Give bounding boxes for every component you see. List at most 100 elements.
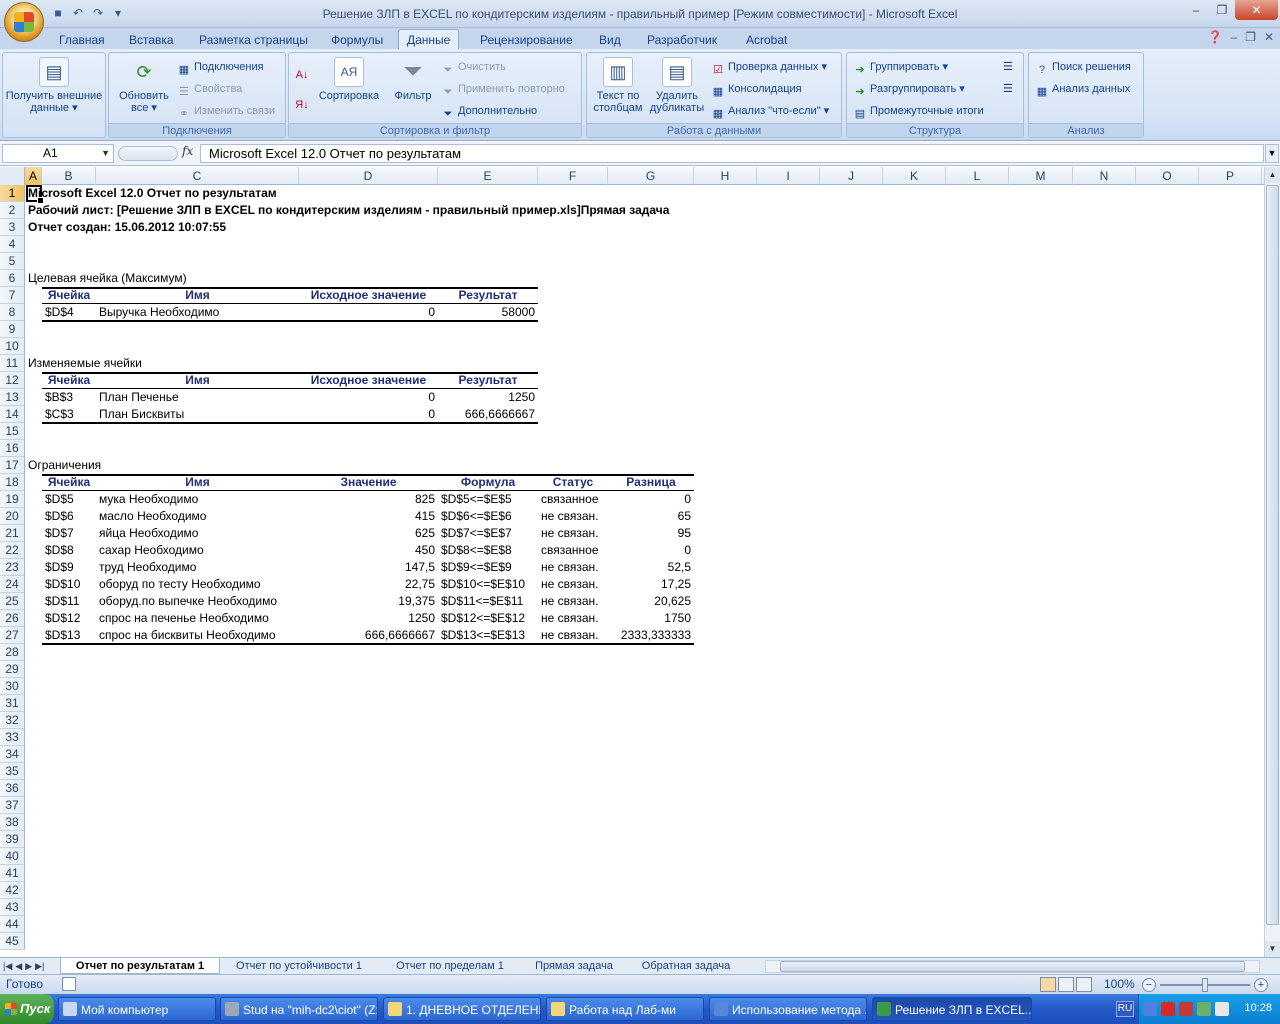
row-header-33[interactable]: 33 bbox=[0, 729, 25, 746]
workbook-restore-icon[interactable]: ❐ bbox=[1245, 30, 1256, 44]
table-cell[interactable]: $D$4 bbox=[45, 304, 93, 321]
table-cell[interactable]: 0 bbox=[302, 406, 435, 423]
tab-data[interactable]: Данные bbox=[398, 29, 460, 50]
section-title[interactable]: Ограничения bbox=[28, 457, 435, 474]
table-header[interactable]: Ячейка bbox=[45, 287, 93, 304]
report-created[interactable]: Отчет создан: 15.06.2012 10:07:55 bbox=[28, 219, 880, 236]
chevron-down-icon[interactable]: ▼ bbox=[101, 145, 110, 162]
row-header-32[interactable]: 32 bbox=[0, 712, 25, 729]
row-header-42[interactable]: 42 bbox=[0, 882, 25, 899]
table-header[interactable]: Значение bbox=[302, 474, 435, 491]
zoom-slider[interactable]: − + bbox=[1142, 978, 1268, 992]
last-sheet-icon[interactable]: ▶| bbox=[35, 958, 44, 974]
table-cell[interactable]: не связан. bbox=[541, 576, 605, 593]
table-cell[interactable]: 415 bbox=[302, 508, 435, 525]
first-sheet-icon[interactable]: |◀ bbox=[3, 958, 12, 974]
table-cell[interactable]: $D$7<=$E$7 bbox=[441, 525, 535, 542]
get-external-data-button[interactable]: ▤ Получить внешние данные ▾ bbox=[5, 57, 103, 114]
table-cell[interactable]: $D$13<=$E$13 bbox=[441, 627, 535, 644]
solver-button[interactable]: ? Поиск решения bbox=[1035, 58, 1131, 76]
horizontal-scroll-thumb[interactable] bbox=[780, 961, 1245, 972]
table-cell[interactable]: не связан. bbox=[541, 627, 605, 644]
table-cell[interactable]: $D$10<=$E$10 bbox=[441, 576, 535, 593]
table-cell[interactable]: $B$3 bbox=[45, 389, 93, 406]
security-icon[interactable] bbox=[1179, 1002, 1193, 1016]
table-cell[interactable]: 666,6666667 bbox=[441, 406, 535, 423]
vertical-scrollbar[interactable]: ▲ ▼ bbox=[1264, 167, 1280, 957]
tab-review[interactable]: Рецензирование bbox=[480, 31, 573, 49]
table-header[interactable]: Ячейка bbox=[45, 474, 93, 491]
worksheet-grid[interactable]: ABCDEFGHIJKLMNOP 1 2 3 4 5 6 7 8 9 10 11 12 13 14 15 16… bbox=[0, 167, 1264, 957]
row-header-7[interactable]: 7 bbox=[0, 287, 25, 304]
language-indicator[interactable]: RU bbox=[1116, 1001, 1134, 1017]
table-cell[interactable]: спрос на печенье Необходимо bbox=[99, 610, 296, 627]
table-cell[interactable]: 52,5 bbox=[611, 559, 691, 576]
remove-duplicates-button[interactable]: ▤ Удалить дубликаты bbox=[647, 57, 707, 114]
row-header-36[interactable]: 36 bbox=[0, 780, 25, 797]
table-header[interactable]: Результат bbox=[441, 372, 535, 389]
consolidate-button[interactable]: ▦ Консолидация bbox=[711, 80, 802, 98]
normal-view-icon[interactable] bbox=[1040, 977, 1056, 992]
reapply-button[interactable]: ⏷ Применить повторно bbox=[441, 80, 565, 98]
subtotal-button[interactable]: ▤ Промежуточные итоги bbox=[853, 102, 984, 120]
row-header-22[interactable]: 22 bbox=[0, 542, 25, 559]
table-cell[interactable]: 1250 bbox=[302, 610, 435, 627]
report-title[interactable]: Microsoft Excel 12.0 Отчет по результата… bbox=[28, 185, 880, 202]
column-header-p[interactable]: P bbox=[1199, 167, 1262, 185]
sheet-tab-limits-report[interactable]: Отчет по пределам 1 bbox=[386, 958, 514, 974]
row-header-31[interactable]: 31 bbox=[0, 695, 25, 712]
horizontal-scrollbar[interactable] bbox=[765, 960, 1260, 973]
row-header-21[interactable]: 21 bbox=[0, 525, 25, 542]
table-header[interactable]: Имя bbox=[99, 372, 296, 389]
table-cell[interactable]: 450 bbox=[302, 542, 435, 559]
row-header-15[interactable]: 15 bbox=[0, 423, 25, 440]
scroll-up-icon[interactable]: ▲ bbox=[1265, 167, 1280, 183]
task-folder-labs[interactable]: Работа над Лаб-ми bbox=[546, 997, 704, 1021]
table-cell[interactable]: $D$9<=$E$9 bbox=[441, 559, 535, 576]
restore-button[interactable]: ❐ bbox=[1209, 0, 1235, 20]
column-header-c[interactable]: C bbox=[96, 167, 299, 185]
tab-page-layout[interactable]: Разметка страницы bbox=[199, 31, 308, 49]
minimize-button[interactable]: – bbox=[1183, 0, 1209, 20]
filter-button[interactable]: ⏷ Фильтр bbox=[389, 57, 437, 103]
row-header-24[interactable]: 24 bbox=[0, 576, 25, 593]
table-cell[interactable]: 0 bbox=[611, 542, 691, 559]
sort-az-button[interactable]: А↓ bbox=[295, 63, 312, 81]
table-cell[interactable]: оборуд по тесту Необходимо bbox=[99, 576, 296, 593]
tab-acrobat[interactable]: Acrobat bbox=[746, 31, 787, 49]
table-cell[interactable]: сахар Необходимо bbox=[99, 542, 296, 559]
antivirus-icon[interactable] bbox=[1161, 1002, 1175, 1016]
table-cell[interactable]: 625 bbox=[302, 525, 435, 542]
table-cell[interactable]: связанное bbox=[541, 491, 605, 508]
zoom-knob[interactable] bbox=[1202, 978, 1208, 992]
table-cell[interactable]: $D$10 bbox=[45, 576, 93, 593]
help-icon[interactable]: ❓ bbox=[1208, 30, 1223, 44]
table-cell[interactable]: $D$8 bbox=[45, 542, 93, 559]
table-cell[interactable]: не связан. bbox=[541, 508, 605, 525]
table-header[interactable]: Имя bbox=[99, 474, 296, 491]
workbook-minimize-icon[interactable]: – bbox=[1230, 30, 1237, 44]
row-header-29[interactable]: 29 bbox=[0, 661, 25, 678]
row-header-6[interactable]: 6 bbox=[0, 270, 25, 287]
row-header-27[interactable]: 27 bbox=[0, 627, 25, 644]
row-header-8[interactable]: 8 bbox=[0, 304, 25, 321]
table-cell[interactable]: 58000 bbox=[441, 304, 535, 321]
column-header-f[interactable]: F bbox=[538, 167, 608, 185]
advanced-filter-button[interactable]: ⏷ Дополнительно bbox=[441, 102, 538, 120]
section-title[interactable]: Изменяемые ячейки bbox=[28, 355, 435, 372]
table-cell[interactable]: План Бисквиты bbox=[99, 406, 296, 423]
task-excel[interactable]: Решение ЗЛП в EXCEL... bbox=[872, 997, 1032, 1021]
table-cell[interactable]: 95 bbox=[611, 525, 691, 542]
table-cell[interactable]: $D$11 bbox=[45, 593, 93, 610]
row-header-19[interactable]: 19 bbox=[0, 491, 25, 508]
table-cell[interactable]: яйца Необходимо bbox=[99, 525, 296, 542]
sheet-tab-sensitivity-report[interactable]: Отчет по устойчивости 1 bbox=[224, 958, 374, 974]
close-button[interactable]: ✕ bbox=[1235, 0, 1278, 20]
row-header-45[interactable]: 45 bbox=[0, 933, 25, 950]
table-cell[interactable]: 1750 bbox=[611, 610, 691, 627]
table-cell[interactable]: не связан. bbox=[541, 593, 605, 610]
table-cell[interactable]: $D$13 bbox=[45, 627, 93, 644]
table-cell[interactable]: $D$5<=$E$5 bbox=[441, 491, 535, 508]
table-header[interactable]: Ячейка bbox=[45, 372, 93, 389]
table-cell[interactable]: не связан. bbox=[541, 559, 605, 576]
